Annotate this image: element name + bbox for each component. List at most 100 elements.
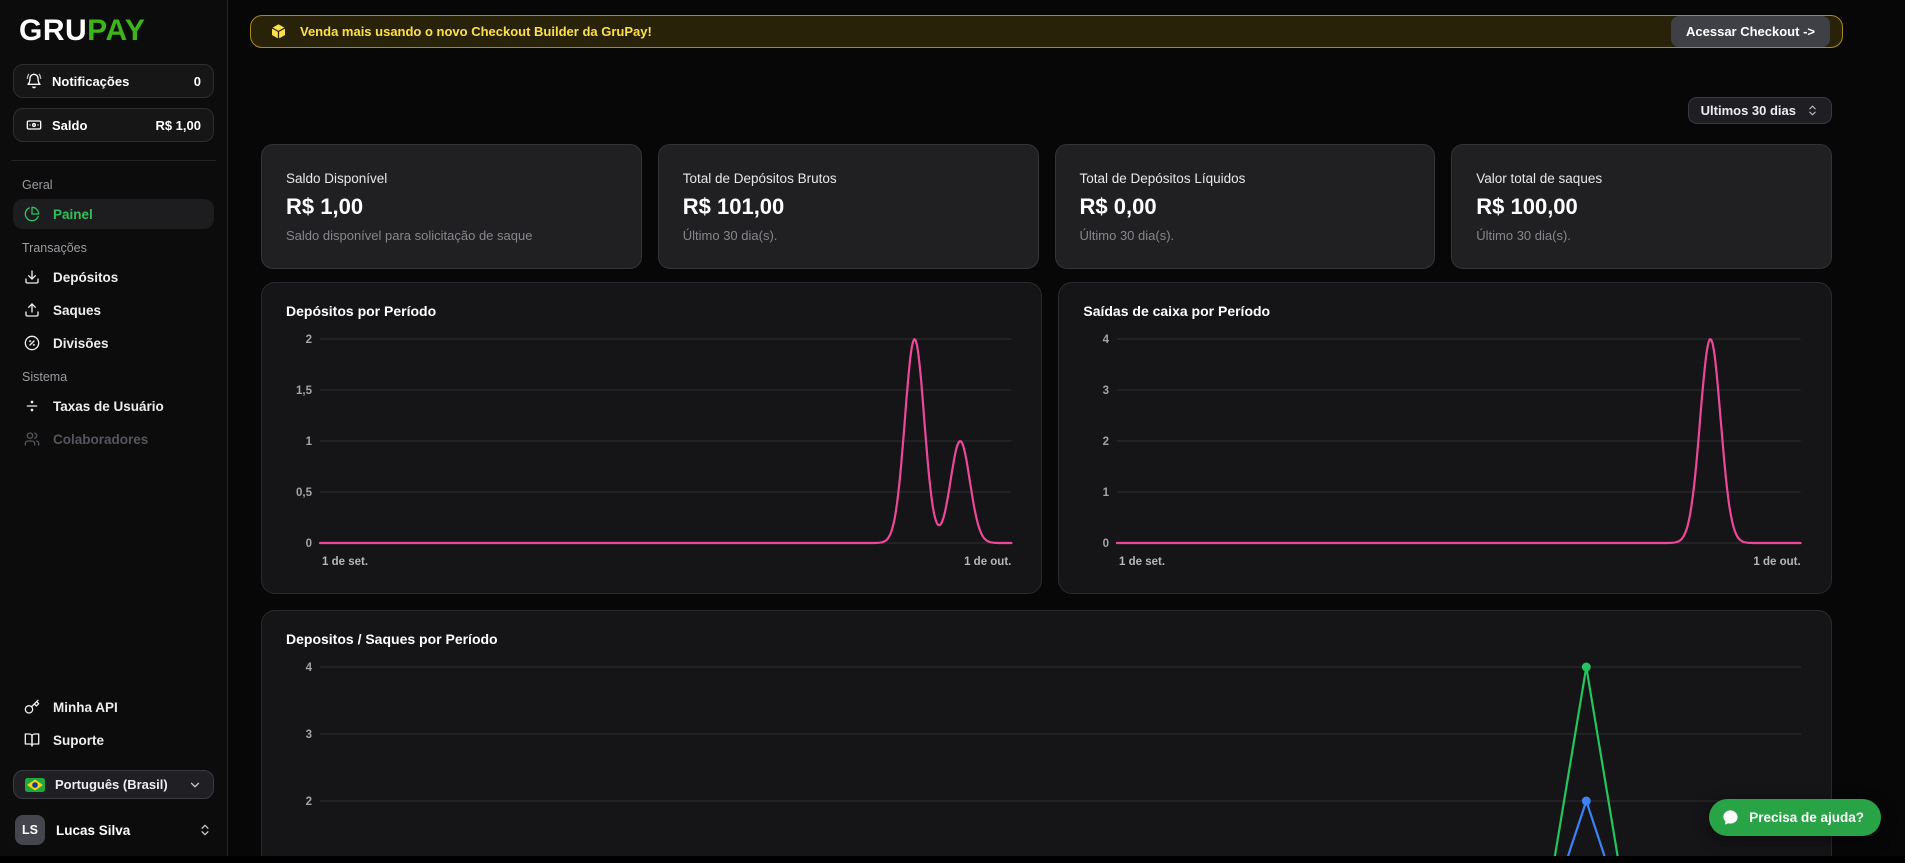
- svg-text:4: 4: [1103, 334, 1110, 346]
- sidebar-item-label: Minha API: [53, 700, 118, 715]
- saidas-chart-svg: 4 3 2 1 0 1 de set. 1 de out.: [1083, 327, 1807, 573]
- stat-value: R$ 100,00: [1476, 194, 1807, 220]
- chart-title: Depósitos por Período: [286, 303, 1017, 319]
- svg-text:2: 2: [306, 334, 312, 346]
- window-bottom-edge: [0, 856, 1905, 863]
- pie-chart-icon: [24, 206, 40, 222]
- user-menu[interactable]: LS Lucas Silva: [13, 815, 214, 853]
- stat-title: Total de Depósitos Brutos: [683, 171, 1014, 186]
- sidebar-item-depositos[interactable]: Depósitos: [13, 262, 214, 292]
- notifications-label: Notificações: [52, 74, 129, 89]
- stat-title: Saldo Disponível: [286, 171, 617, 186]
- acessar-checkout-button[interactable]: Acessar Checkout ->: [1671, 16, 1830, 47]
- stat-subtitle: Saldo disponível para solicitação de saq…: [286, 228, 617, 243]
- chevrons-up-down-icon: [198, 823, 212, 837]
- sidebar-item-saques[interactable]: Saques: [13, 295, 214, 325]
- percent-circle-icon: [24, 335, 40, 351]
- chart-card-depositos-por-periodo: Depósitos por Período 2 1,5 1 0,5 0 1 de set.…: [261, 282, 1042, 594]
- sidebar-item-label: Divisões: [53, 336, 109, 351]
- bell-icon: [26, 73, 42, 89]
- sidebar-item-taxas-de-usuario[interactable]: Taxas de Usuário: [13, 391, 214, 421]
- help-button[interactable]: Precisa de ajuda?: [1709, 799, 1881, 836]
- stat-title: Total de Depósitos Líquidos: [1080, 171, 1411, 186]
- help-button-label: Precisa de ajuda?: [1749, 810, 1864, 825]
- sidebar: GRUPAY Notificações 0 Saldo R$ 1,00 Gera…: [0, 0, 228, 863]
- balance-button[interactable]: Saldo R$ 1,00: [13, 108, 214, 142]
- depositos-saques-chart-svg: 4 3 2: [286, 655, 1807, 863]
- svg-text:4: 4: [306, 662, 313, 674]
- main-content: Venda mais usando o novo Checkout Builde…: [228, 0, 1905, 863]
- app-root: GRUPAY Notificações 0 Saldo R$ 1,00 Gera…: [0, 0, 1905, 863]
- stat-value: R$ 101,00: [683, 194, 1014, 220]
- svg-text:0: 0: [306, 538, 312, 550]
- svg-text:1 de set.: 1 de set.: [322, 556, 368, 568]
- svg-text:3: 3: [306, 729, 312, 741]
- users-icon: [24, 431, 40, 447]
- sidebar-item-label: Depósitos: [53, 270, 118, 285]
- period-filter-value: Ultimos 30 dias: [1701, 103, 1796, 118]
- svg-text:0: 0: [1103, 538, 1109, 550]
- logo-text-gru: GRU: [19, 14, 87, 47]
- sidebar-item-label: Saques: [53, 303, 101, 318]
- chart-title: Depositos / Saques por Período: [286, 631, 1807, 647]
- period-filter-select[interactable]: Ultimos 30 dias: [1688, 97, 1832, 124]
- language-label: Português (Brasil): [55, 777, 168, 792]
- svg-text:0,5: 0,5: [296, 487, 313, 499]
- sidebar-item-colaboradores[interactable]: Colaboradores: [13, 424, 214, 454]
- stat-card-depositos-brutos: Total de Depósitos Brutos R$ 101,00 Últi…: [658, 144, 1039, 269]
- chevrons-up-down-icon: [1806, 104, 1819, 117]
- key-icon: [24, 699, 40, 715]
- brazil-flag-icon: [25, 778, 45, 792]
- book-open-icon: [24, 732, 40, 748]
- chart-card-saidas-de-caixa: Saídas de caixa por Período 4 3 2 1 0 1 de se…: [1058, 282, 1832, 594]
- chart-card-depositos-saques: Depositos / Saques por Período 4 3 2: [261, 610, 1832, 863]
- stat-card-saldo-disponivel: Saldo Disponível R$ 1,00 Saldo disponíve…: [261, 144, 642, 269]
- stat-card-depositos-liquidos: Total de Depósitos Líquidos R$ 0,00 Últi…: [1055, 144, 1436, 269]
- avatar: LS: [15, 815, 45, 845]
- balance-value: R$ 1,00: [155, 118, 201, 133]
- sidebar-item-label: Painel: [53, 207, 93, 222]
- sidebar-item-label: Taxas de Usuário: [53, 399, 164, 414]
- grupay-logo[interactable]: GRUPAY: [13, 12, 214, 64]
- notifications-button[interactable]: Notificações 0: [13, 64, 214, 98]
- stat-value: R$ 1,00: [286, 194, 617, 220]
- stat-title: Valor total de saques: [1476, 171, 1807, 186]
- svg-text:1 de out.: 1 de out.: [1754, 556, 1801, 568]
- sidebar-item-divisoes[interactable]: Divisões: [13, 328, 214, 358]
- svg-text:1: 1: [306, 436, 313, 448]
- svg-text:1 de out.: 1 de out.: [964, 556, 1011, 568]
- dashboard-content: Saldo Disponível R$ 1,00 Saldo disponíve…: [228, 124, 1905, 863]
- user-name: Lucas Silva: [56, 823, 130, 838]
- stat-subtitle: Último 30 dia(s).: [683, 228, 1014, 243]
- svg-text:2: 2: [306, 796, 312, 808]
- upload-icon: [24, 302, 40, 318]
- sidebar-item-minha-api[interactable]: Minha API: [13, 692, 214, 722]
- sidebar-spacer: [13, 457, 214, 692]
- notifications-count: 0: [194, 74, 201, 89]
- chat-bubble-icon: [1721, 808, 1740, 827]
- stat-card-valor-saques: Valor total de saques R$ 100,00 Último 3…: [1451, 144, 1832, 269]
- language-selector[interactable]: Português (Brasil): [13, 770, 214, 799]
- toolbar-row: Ultimos 30 dias: [261, 97, 1832, 124]
- section-label-geral: Geral: [13, 169, 214, 199]
- sidebar-item-painel[interactable]: Painel: [13, 199, 214, 229]
- svg-text:3: 3: [1103, 385, 1109, 397]
- stat-subtitle: Último 30 dia(s).: [1080, 228, 1411, 243]
- chart-title: Saídas de caixa por Período: [1083, 303, 1807, 319]
- download-icon: [24, 269, 40, 285]
- sidebar-divider: [11, 160, 216, 161]
- sidebar-item-suporte[interactable]: Suporte: [13, 725, 214, 755]
- depositos-chart-svg: 2 1,5 1 0,5 0 1 de set. 1 de out.: [286, 327, 1017, 573]
- logo-text-pay: PAY: [87, 14, 145, 47]
- banner-text: Venda mais usando o novo Checkout Builde…: [300, 24, 652, 39]
- package-icon: [269, 22, 288, 41]
- sidebar-item-label: Suporte: [53, 733, 104, 748]
- svg-text:1,5: 1,5: [296, 385, 313, 397]
- svg-text:1: 1: [1103, 487, 1110, 499]
- charts-row: Depósitos por Período 2 1,5 1 0,5 0 1 de set.…: [261, 282, 1832, 594]
- sidebar-item-label: Colaboradores: [53, 432, 148, 447]
- svg-text:1 de set.: 1 de set.: [1119, 556, 1165, 568]
- section-label-sistema: Sistema: [13, 361, 214, 391]
- stat-value: R$ 0,00: [1080, 194, 1411, 220]
- svg-text:2: 2: [1103, 436, 1109, 448]
